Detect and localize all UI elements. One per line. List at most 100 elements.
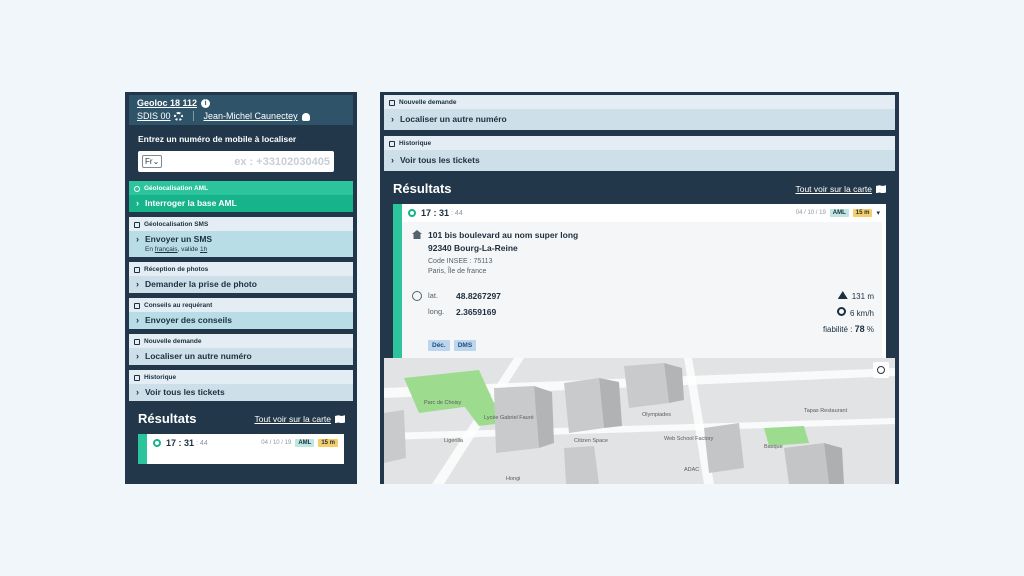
map-label: ADAC (684, 467, 700, 473)
phone-icon (134, 221, 140, 228)
card-header: Géolocalisation AML (129, 181, 353, 195)
address-line1: 101 bis boulevard au nom super long (428, 230, 579, 240)
phone-prompt: Entrez un numéro de mobile à localiser (138, 134, 297, 144)
refresh-icon (389, 99, 395, 106)
result-ticket[interactable]: 17 : 31 : 44 04 / 10 / 19 AML 15 m ▾ 101… (393, 204, 886, 359)
card-title: Géolocalisation AML (144, 185, 209, 192)
card-header: Conseils au requérant (129, 298, 353, 312)
speed-value: 6 km/h (849, 309, 874, 318)
send-sms-button[interactable]: › Envoyer un SMS En français, valide 1h (129, 231, 353, 257)
reliability-value: 78 (854, 324, 865, 334)
chevron-right-icon: › (136, 279, 139, 289)
card-title: Géolocalisation SMS (144, 221, 209, 228)
view-all-on-map-link[interactable]: Tout voir sur la carte (795, 184, 886, 194)
ticket-seconds: : 44 (196, 439, 208, 447)
results-title: Résultats (138, 411, 197, 426)
phone-input-field[interactable]: Fr⌄ ex : +33102030405 (138, 151, 334, 172)
result-ticket[interactable]: 17 : 31 : 44 04 / 10 / 19 AML 15 m (138, 434, 344, 464)
app-title-label: Geoloc 18 112 (137, 98, 198, 108)
map-view[interactable]: Parc de Choisy Lycée Gabriel Fauré Olymp… (384, 358, 895, 484)
card-title: Nouvelle demande (399, 99, 457, 106)
long-value: 2.3659169 (456, 307, 497, 317)
language-link[interactable]: français (155, 246, 178, 253)
user-link[interactable]: Jean-Michel Caunectey (204, 111, 310, 121)
divider (192, 111, 194, 122)
card-action-label: Demander la prise de photo (145, 279, 257, 289)
coordinates-block: lat. 48.8267297 long. 2.3659169 131 m 6 … (412, 291, 874, 334)
settings-icon[interactable] (173, 112, 183, 122)
card-history: Historique › Voir tous les tickets (129, 370, 353, 401)
card-sms: Géolocalisation SMS › Envoyer un SMS En … (129, 217, 353, 257)
speed: 6 km/h (823, 307, 874, 318)
view-all-on-map-link[interactable]: Tout voir sur la carte (254, 414, 345, 424)
country-label: Fr (145, 157, 153, 166)
results-title: Résultats (393, 181, 452, 196)
view-all-tickets-button[interactable]: › Voir tous les tickets (129, 384, 353, 401)
map-label: Basque (764, 444, 783, 450)
validity-link[interactable]: 1h (200, 246, 207, 253)
ticket-meta: 04 / 10 / 19 AML 15 m (261, 439, 338, 447)
card-title: Historique (144, 374, 177, 381)
locate-other-number-button[interactable]: › Localiser un autre numéro (384, 109, 895, 130)
locate-me-button[interactable] (873, 362, 889, 378)
reliability-unit: % (866, 325, 874, 334)
altitude-value: 131 (851, 292, 866, 301)
request-photo-button[interactable]: › Demander la prise de photo (129, 276, 353, 293)
card-header: Nouvelle demande (384, 95, 895, 109)
map-link-label: Tout voir sur la carte (795, 183, 872, 194)
map-link-label: Tout voir sur la carte (254, 413, 331, 424)
chevron-right-icon: › (136, 198, 139, 208)
info-icon[interactable]: i (201, 98, 211, 108)
address-block: 101 bis boulevard au nom super long 9234… (412, 230, 874, 275)
mountain-icon (837, 291, 848, 299)
source-badge: AML (829, 209, 849, 217)
chevron-down-icon[interactable]: ▾ (876, 209, 880, 217)
chevron-right-icon: › (391, 114, 394, 124)
map-label: Parc de Choisy (424, 400, 462, 406)
phone-placeholder[interactable]: ex : +33102030405 (234, 156, 330, 168)
locate-other-number-button[interactable]: › Localiser un autre numéro (129, 348, 353, 365)
lat-label: lat. (428, 291, 439, 300)
metrics: 131 m 6 km/h fiabilité : 78 % (823, 291, 874, 334)
clock-icon (153, 439, 161, 447)
desktop-panel: Nouvelle demande › Localiser un autre num… (380, 92, 899, 484)
dms-format-button[interactable]: DMS (453, 340, 477, 351)
insee-code: Code INSEE : 75113 (428, 258, 493, 265)
history-icon (134, 374, 140, 381)
chevron-right-icon: › (136, 387, 139, 397)
org-link[interactable]: SDIS 00 (137, 111, 183, 122)
view-all-tickets-button[interactable]: › Voir tous les tickets (384, 150, 895, 171)
app-title[interactable]: Geoloc 18 112 i (137, 98, 345, 108)
card-title: Réception de photos (144, 266, 209, 273)
ticket-meta: 04 / 10 / 19 AML 15 m ▾ (796, 209, 880, 217)
user-label: Jean-Michel Caunectey (203, 111, 298, 122)
book-icon (134, 302, 140, 309)
map-label: Tapas Restaurant (804, 408, 848, 414)
altitude-unit: m (867, 292, 874, 301)
card-header: Réception de photos (129, 262, 353, 276)
lat-value: 48.8267297 (456, 291, 501, 301)
chevron-right-icon: › (136, 234, 139, 244)
sms-options-mid: , valide (177, 246, 199, 253)
card-new-request: Nouvelle demande › Localiser un autre num… (384, 95, 895, 130)
history-icon (389, 140, 395, 147)
search-icon (134, 185, 140, 192)
card-action-label: Envoyer un SMS (145, 234, 213, 244)
card-title: Conseils au requérant (144, 302, 213, 309)
send-advice-button[interactable]: › Envoyer des conseils (129, 312, 353, 329)
card-header: Nouvelle demande (129, 334, 353, 348)
map-3d-buildings (384, 358, 895, 484)
speedometer-icon (836, 307, 846, 316)
home-icon (412, 230, 422, 239)
map-label: Ligerilla (444, 438, 463, 444)
map-label: Olympiades (642, 412, 672, 418)
chevron-right-icon: › (136, 315, 139, 325)
altitude: 131 m (823, 291, 874, 301)
aml-query-button[interactable]: › Interroger la base AML (129, 195, 353, 212)
card-history: Historique › Voir tous les tickets (384, 136, 895, 171)
sms-options: En français, valide 1h (145, 246, 212, 253)
country-select[interactable]: Fr⌄ (142, 155, 163, 168)
decimal-format-button[interactable]: Déc. (428, 340, 450, 351)
card-header: Historique (384, 136, 895, 150)
long-label: long. (428, 307, 445, 316)
